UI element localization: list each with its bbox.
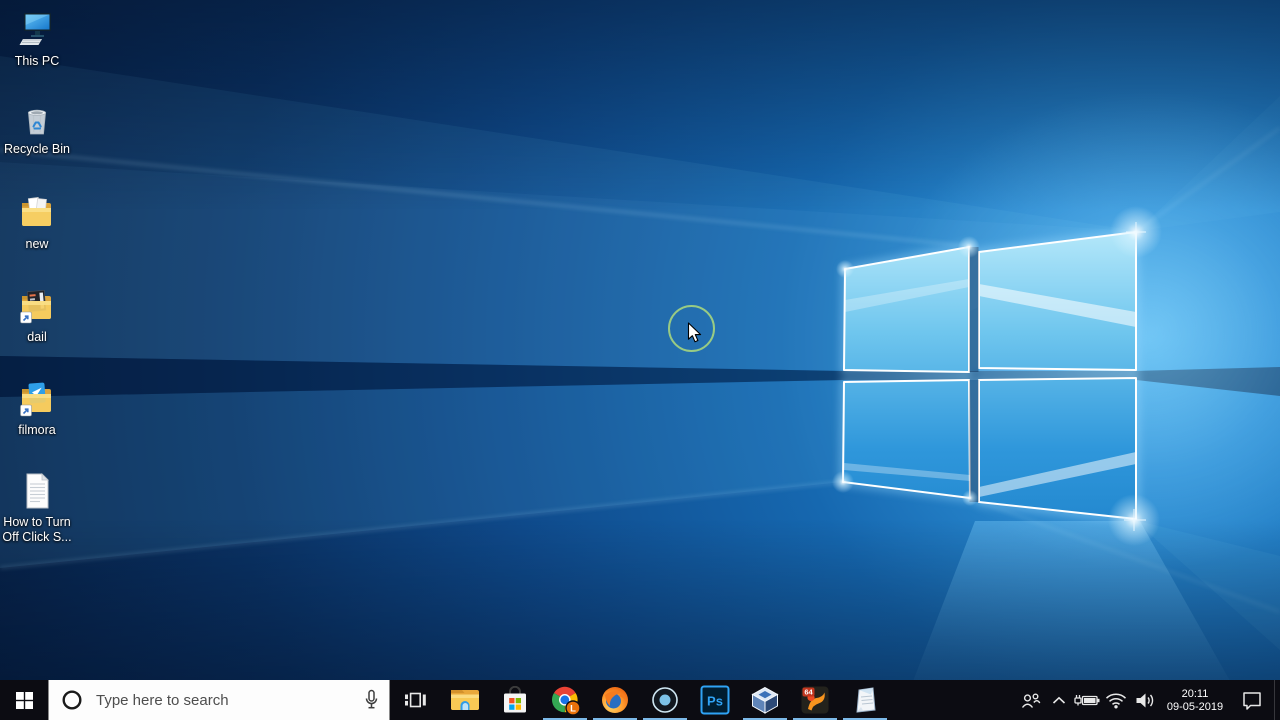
task-view-button[interactable] [390, 680, 440, 720]
desktop-icon-label: This PC [14, 54, 60, 68]
clock-time: 20:11 [1181, 687, 1209, 700]
volume-button[interactable] [1130, 680, 1160, 720]
folder-filmora-icon [16, 378, 58, 420]
app-64bit-badge: 64 [804, 688, 813, 697]
taskbar-clock[interactable]: 20:11 09-05-2019 [1160, 687, 1230, 714]
start-button[interactable] [0, 680, 48, 720]
taskbar-app-virtualbox[interactable] [740, 680, 790, 720]
notification-icon [1243, 691, 1261, 710]
speaker-icon [1136, 693, 1153, 707]
people-button[interactable] [1016, 680, 1046, 720]
people-icon [1021, 693, 1041, 708]
app-64bit-icon: 64 [801, 686, 829, 714]
show-desktop-button[interactable] [1274, 680, 1280, 720]
taskbar-app-photoshop[interactable]: Ps [690, 680, 740, 720]
desktop-icon-dail[interactable]: dail [1, 285, 73, 345]
microphone-icon[interactable] [364, 689, 379, 711]
desktop-icon-how-to-doc[interactable]: How to Turn Off Click S... [1, 470, 73, 546]
wifi-icon [1105, 693, 1127, 708]
clock-date: 09-05-2019 [1166, 700, 1224, 713]
desktop-icon-label: Recycle Bin [4, 142, 70, 156]
microsoft-store-icon [504, 685, 526, 712]
folder-dail-icon [16, 285, 58, 327]
battery-button[interactable] [1072, 680, 1102, 720]
firefox-icon [602, 687, 628, 713]
taskbar-app-firefox[interactable] [590, 680, 640, 720]
action-center-button[interactable] [1230, 680, 1274, 720]
chrome-badge: L [570, 703, 576, 714]
desktop-icon-label: dail [27, 330, 47, 344]
desktop-icon-filmora[interactable]: filmora [1, 378, 73, 438]
screen-recorder-icon [652, 687, 678, 713]
wallpaper-windows-hero [0, 0, 1280, 720]
desktop-icon-new[interactable]: new [1, 192, 73, 252]
taskbar-app-notepad[interactable] [840, 680, 890, 720]
chevron-up-icon [1052, 696, 1066, 704]
file-explorer-icon [451, 690, 479, 710]
taskbar-app-file-explorer[interactable] [440, 680, 490, 720]
taskbar-app-chrome[interactable]: L [540, 680, 590, 720]
recycle-bin-icon [16, 97, 58, 139]
notepad-icon [856, 687, 876, 713]
virtualbox-icon [751, 686, 779, 714]
search-box[interactable]: Type here to search [48, 680, 390, 720]
chrome-icon: L [551, 686, 581, 716]
folder-new-icon [16, 192, 58, 234]
desktop-icon-label: new [25, 237, 49, 251]
photoshop-label: Ps [707, 694, 723, 709]
hidden-icons-button[interactable] [1046, 680, 1072, 720]
taskbar-app-64bit[interactable]: 64 [790, 680, 840, 720]
this-pc-icon [16, 9, 58, 51]
desktop-icon-label: How to Turn Off Click S... [2, 515, 72, 545]
desktop-icon-label: filmora [18, 423, 56, 437]
desktop: This PC Recycle Bin new dail filmora How… [0, 0, 1280, 720]
task-view-icon [404, 692, 426, 708]
cortana-icon [62, 690, 82, 710]
photoshop-icon: Ps [700, 685, 730, 715]
text-document-icon [16, 470, 58, 512]
taskbar: Type here to search L Ps 64 20:11 09-05-… [0, 680, 1280, 720]
desktop-icon-this-pc[interactable]: This PC [1, 9, 73, 69]
desktop-icon-recycle-bin[interactable]: Recycle Bin [1, 97, 73, 157]
search-placeholder: Type here to search [96, 691, 229, 709]
system-tray: 20:11 09-05-2019 [1016, 680, 1280, 720]
taskbar-app-screen-recorder[interactable] [640, 680, 690, 720]
network-button[interactable] [1102, 680, 1130, 720]
taskbar-app-microsoft-store[interactable] [490, 680, 540, 720]
battery-charging-icon [1074, 694, 1100, 705]
windows-logo-icon [15, 691, 33, 709]
